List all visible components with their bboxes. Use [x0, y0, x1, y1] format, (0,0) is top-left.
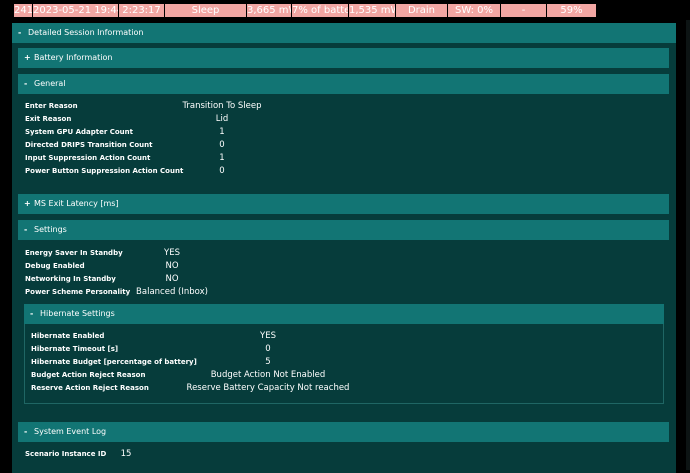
general-header[interactable]: - General [18, 74, 669, 94]
collapse-icon: - [24, 225, 28, 234]
power-scheme-value: Balanced (Inbox) [136, 287, 208, 297]
settings-header[interactable]: - Settings [18, 220, 669, 240]
dash-cell: - [501, 4, 546, 17]
vertical-scrollbar[interactable] [686, 20, 690, 470]
hibernate-timeout-value: 0 [265, 344, 271, 354]
collapse-icon: - [24, 79, 28, 88]
battery-percent-cell: 7% of battery [292, 4, 348, 17]
hibernate-enabled-label: Hibernate Enabled [31, 332, 105, 340]
budget-reject-reason-value: Budget Action Not Enabled [210, 370, 326, 380]
gpu-adapter-count-value: 1 [219, 127, 225, 137]
energy-saver-value: YES [164, 248, 180, 258]
energy-saver-label: Energy Saver In Standby [25, 249, 123, 257]
drips-transition-count-value: 0 [219, 140, 225, 150]
expand-icon: + [24, 53, 31, 62]
section-title: Detailed Session Information [28, 28, 144, 37]
percentage-cell: 59% [547, 4, 596, 17]
section-title: MS Exit Latency [ms] [34, 199, 119, 208]
start-time-cell: 2023-05-21 19:44:07 [33, 4, 118, 17]
input-suppression-count-value: 1 [219, 153, 225, 163]
budget-reject-reason-label: Budget Action Reject Reason [31, 371, 146, 379]
drain-cell: Drain [396, 4, 447, 17]
exit-reason-label: Exit Reason [25, 115, 72, 123]
duration-cell: 2:23:17 [119, 4, 164, 17]
reserve-reject-reason-value: Reserve Battery Capacity Not reached [186, 383, 350, 393]
power-button-suppression-value: 0 [219, 166, 225, 176]
section-title: System Event Log [34, 427, 107, 436]
energy-cell: 3,665 mWh [247, 4, 291, 17]
scenario-instance-label: Scenario Instance ID [25, 450, 107, 458]
hibernate-budget-label: Hibernate Budget [percentage of battery] [31, 358, 197, 366]
section-title: Settings [34, 225, 67, 234]
drips-transition-count-label: Directed DRIPS Transition Count [25, 141, 153, 149]
debug-enabled-value: NO [165, 261, 179, 271]
state-cell: Sleep [165, 4, 246, 17]
hibernate-timeout-label: Hibernate Timeout [s] [31, 345, 119, 353]
expand-icon: + [24, 199, 31, 208]
hibernate-enabled-value: YES [260, 331, 276, 341]
debug-enabled-label: Debug Enabled [25, 262, 85, 270]
networking-standby-value: NO [165, 274, 179, 284]
exit-reason-value: Lid [215, 114, 229, 124]
exit-latency-header[interactable]: + MS Exit Latency [ms] [18, 194, 669, 214]
section-title: General [34, 79, 66, 88]
power-button-suppression-label: Power Button Suppression Action Count [25, 167, 184, 175]
hibernate-header[interactable]: - Hibernate Settings [24, 304, 664, 324]
collapse-icon: - [30, 309, 34, 318]
power-rate-cell: 1,535 mW [349, 4, 395, 17]
input-suppression-count-label: Input Suppression Action Count [25, 154, 151, 162]
battery-information-header[interactable]: + Battery Information [18, 48, 669, 68]
collapse-icon: - [24, 427, 28, 436]
collapse-icon: - [18, 28, 22, 37]
power-scheme-label: Power Scheme Personality [25, 288, 131, 296]
sw-cell: SW: 0% [448, 4, 500, 17]
enter-reason-label: Enter Reason [25, 102, 78, 110]
enter-reason-value: Transition To Sleep [182, 101, 262, 111]
reserve-reject-reason-label: Reserve Action Reject Reason [31, 384, 149, 392]
hibernate-budget-value: 5 [265, 357, 271, 367]
detailed-session-header[interactable]: - Detailed Session Information [12, 23, 676, 43]
section-title: Battery Information [34, 53, 113, 62]
networking-standby-label: Networking In Standby [25, 275, 116, 283]
event-log-header[interactable]: - System Event Log [18, 422, 669, 442]
session-id-cell: 241 [14, 4, 32, 17]
gpu-adapter-count-label: System GPU Adapter Count [25, 128, 133, 136]
scenario-instance-value: 15 [120, 449, 132, 459]
section-title: Hibernate Settings [40, 309, 115, 318]
session-summary-row[interactable]: 241 2023-05-21 19:44:07 2:23:17 Sleep 3,… [0, 0, 690, 17]
